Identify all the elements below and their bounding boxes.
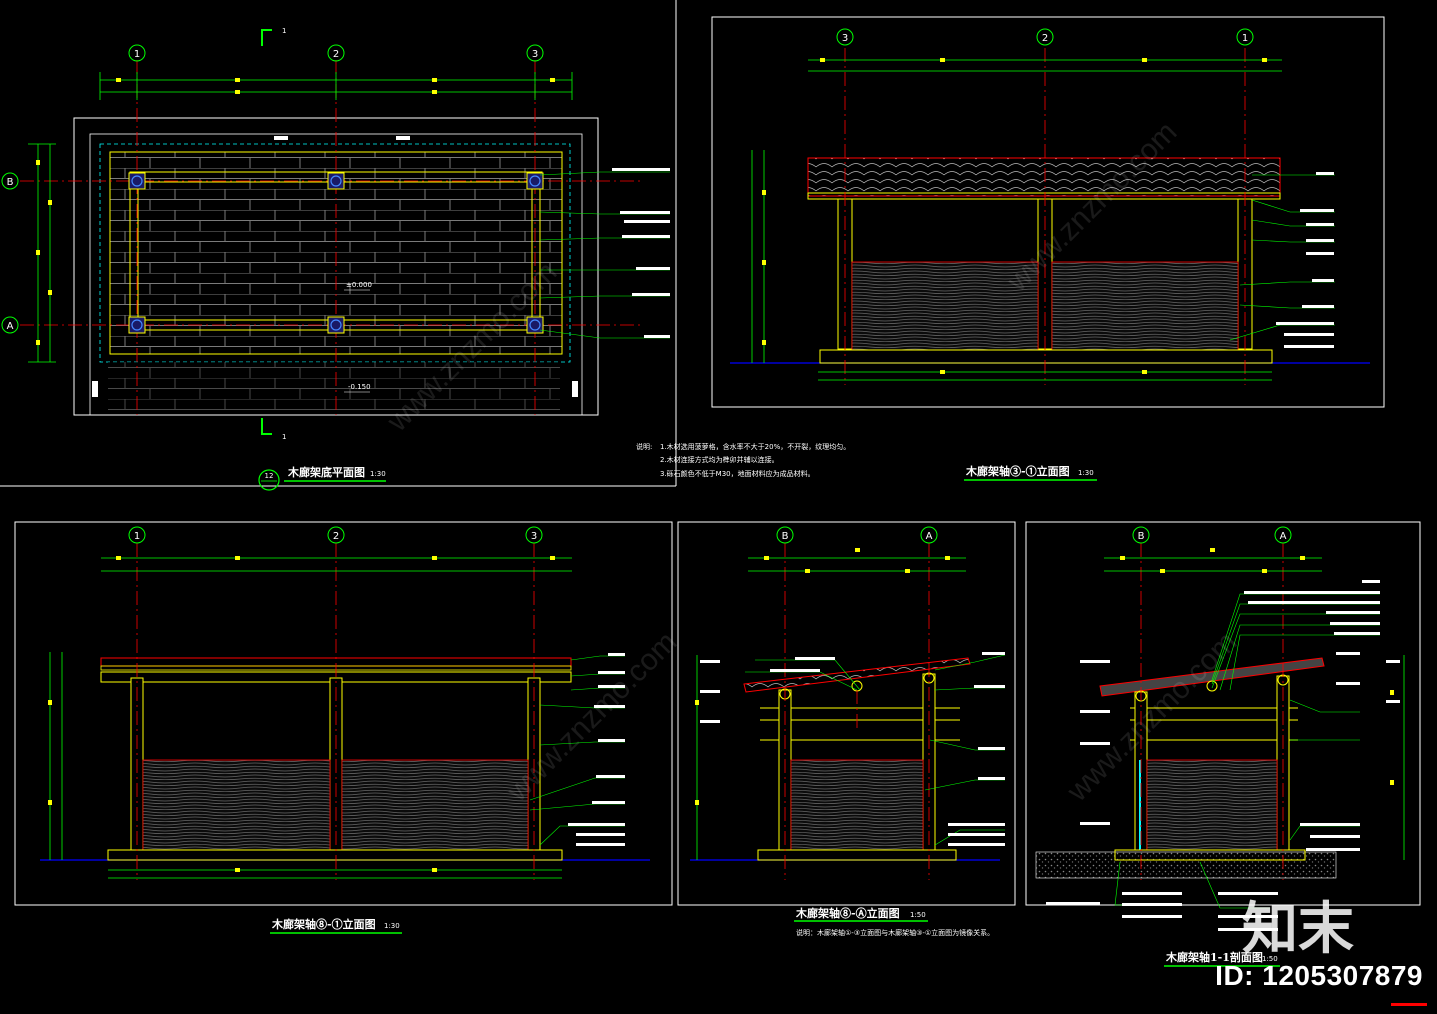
elevation-ba-view [690,543,1006,880]
elev13-axis-1: 1 [134,531,140,542]
plan-scale: 1:30 [370,470,386,478]
notes-line-1: 1.木材选用菠萝格，含水率不大于20%，不开裂，纹理均匀。 [660,442,850,451]
elev31-title: 木廊架轴③-①立面图 [965,464,1070,478]
elev31-axis-1: 1 [1242,33,1248,44]
plan-axis-2: 2 [333,49,339,60]
plan-view [20,60,670,416]
section-mark-bottom: 1 [282,433,286,441]
plan-title: 木廊架底平面图 [287,465,365,479]
plan-axis-a: A [7,321,14,332]
plan-axis-1: 1 [134,49,140,60]
elevation-31-view [730,48,1370,385]
cad-drawing-sheet: 1 2 3 B A ±0.000 -0.150 1 1 12 木廊架底平面图 1… [0,0,1421,967]
elev31-axis-3: 3 [842,33,848,44]
elev13-axis-3: 3 [531,531,537,542]
elevation-13-view [40,543,650,880]
red-accent-bar [1391,1003,1427,1006]
elevba-axis-a: A [926,531,933,542]
plan-elevation-top: ±0.000 [346,281,372,289]
elev13-title: 木廊架轴⑧-①立面图 [271,917,376,931]
sec11-axis-a: A [1280,531,1287,542]
notes-line-2: 2.木材连接方式均为榫卯并辅以连接。 [660,455,779,464]
sec11-axis-b: B [1138,531,1145,542]
plan-axis-b: B [7,177,14,188]
notes-heading: 说明: [636,442,652,451]
elevba-note: 说明：木廊架轴①-③立面图与木廊架轴③-①立面图为镜像关系。 [796,928,994,937]
elevba-scale: 1:50 [910,911,926,919]
watermark-id: ID: 1205307879 [1215,960,1423,991]
notes-line-3: 3.砾石颜色不低于M30，地面材料应为成品材料。 [660,469,815,478]
elev13-scale: 1:30 [384,922,400,930]
plan-detail-symbol: 12 [265,472,274,480]
elevba-title: 木廊架轴⑧-Ⓐ立面图 [795,906,900,920]
elevba-axis-b: B [782,531,789,542]
elev13-axis-2: 2 [333,531,339,542]
elev31-axis-2: 2 [1042,33,1048,44]
plan-elevation-bottom: -0.150 [348,383,371,391]
section-mark-top: 1 [282,27,286,35]
section-11-view [1035,543,1405,931]
watermark-logo: 知末 [1242,896,1354,962]
elev31-scale: 1:30 [1078,469,1094,477]
plan-axis-3: 3 [532,49,538,60]
